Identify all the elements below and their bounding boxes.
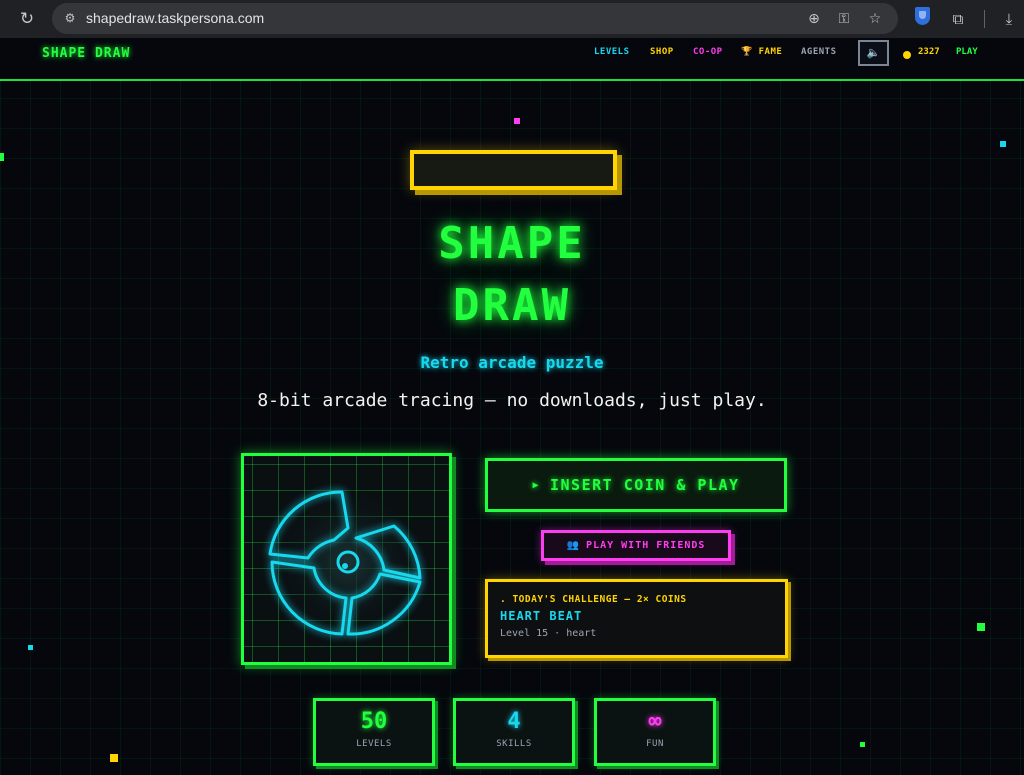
friends-icon: 👥 <box>566 540 581 551</box>
page: SHAPE DRAW LEVELS SHOP CO-OP 🏆 FAME AGEN… <box>0 38 1024 775</box>
top-navigation: SHAPE DRAW LEVELS SHOP CO-OP 🏆 FAME AGEN… <box>0 38 1024 81</box>
hero-title-line-2: DRAW <box>453 280 571 331</box>
coin-count: 2327 <box>918 47 940 57</box>
shape-center-dot <box>342 563 348 569</box>
site-logo[interactable]: SHAPE DRAW <box>42 46 130 61</box>
decor-pixel <box>110 754 118 762</box>
stat-card-levels: 50 LEVELS <box>313 698 435 766</box>
decor-pixel <box>860 742 865 747</box>
key-icon[interactable]: ⚿ <box>834 9 854 29</box>
zoom-icon[interactable]: ⊕ <box>804 9 824 29</box>
nav-play-link[interactable]: PLAY <box>956 47 978 57</box>
coin-icon <box>903 51 911 59</box>
stat-value: ∞ <box>648 709 662 734</box>
friends-button-label: PLAY WITH FRIENDS <box>586 540 706 551</box>
stat-value: 50 <box>360 709 388 734</box>
reload-icon[interactable]: ↻ <box>16 8 38 30</box>
stat-value: 4 <box>507 709 521 734</box>
url-text[interactable]: shapedraw.taskpersona.com <box>86 9 264 28</box>
hero-subtitle: Retro arcade puzzle <box>420 353 604 372</box>
preview-glow <box>270 484 426 640</box>
play-with-friends-button[interactable]: 👥 PLAY WITH FRIENDS <box>541 530 731 561</box>
decor-pixel <box>1000 141 1006 147</box>
toolbar-divider <box>984 10 985 28</box>
stat-label: FUN <box>646 739 664 749</box>
hero-title-line-1: SHAPE <box>438 218 586 269</box>
star-icon[interactable]: ☆ <box>865 9 885 29</box>
shape-preview <box>241 453 452 665</box>
hero-tagline: 8-bit arcade tracing — no downloads, jus… <box>257 390 767 411</box>
nav-link-coop[interactable]: CO-OP <box>693 47 723 57</box>
address-bar[interactable]: ⚙ shapedraw.taskpersona.com ⊕ ⚿ ☆ <box>52 3 898 34</box>
puzzle-icon[interactable]: ⧉ <box>947 8 969 30</box>
decor-pixel <box>977 623 985 631</box>
play-triangle-icon: ▶ <box>532 479 540 491</box>
daily-challenge-card[interactable]: . TODAY'S CHALLENGE — 2× COINS HEART BEA… <box>485 579 788 658</box>
decor-pixel <box>0 153 4 161</box>
play-button-label: INSERT COIN & PLAY <box>549 476 740 494</box>
hero-badge <box>410 150 617 190</box>
challenge-heading: . TODAY'S CHALLENGE — 2× COINS <box>500 594 687 605</box>
decor-pixel <box>514 118 520 124</box>
nav-link-agents[interactable]: AGENTS <box>801 47 837 57</box>
shape-preview-graphic <box>268 484 426 640</box>
challenge-subtitle: Level 15 · heart <box>500 628 597 639</box>
stat-card-skills: 4 SKILLS <box>453 698 575 766</box>
decor-pixel <box>28 645 33 650</box>
download-icon[interactable]: ⤓ <box>998 8 1020 30</box>
stat-card-fun: ∞ FUN <box>594 698 716 766</box>
stat-label: LEVELS <box>356 739 392 749</box>
nav-link-shop[interactable]: SHOP <box>650 47 674 57</box>
stat-label: SKILLS <box>496 739 532 749</box>
nav-link-levels[interactable]: LEVELS <box>594 47 630 57</box>
nav-link-fame[interactable]: 🏆 FAME <box>741 47 782 57</box>
browser-toolbar: ↻ ⚙ shapedraw.taskpersona.com ⊕ ⚿ ☆ ⧉ ⤓ <box>0 0 1024 38</box>
mute-toggle-button[interactable]: 🔈 <box>858 40 889 66</box>
speaker-muted-icon: 🔈 <box>866 46 881 59</box>
site-settings-icon[interactable]: ⚙ <box>62 10 78 26</box>
shield-extension-icon[interactable] <box>915 7 930 25</box>
challenge-title: HEART BEAT <box>500 609 583 623</box>
insert-coin-play-button[interactable]: ▶ INSERT COIN & PLAY <box>485 458 787 512</box>
